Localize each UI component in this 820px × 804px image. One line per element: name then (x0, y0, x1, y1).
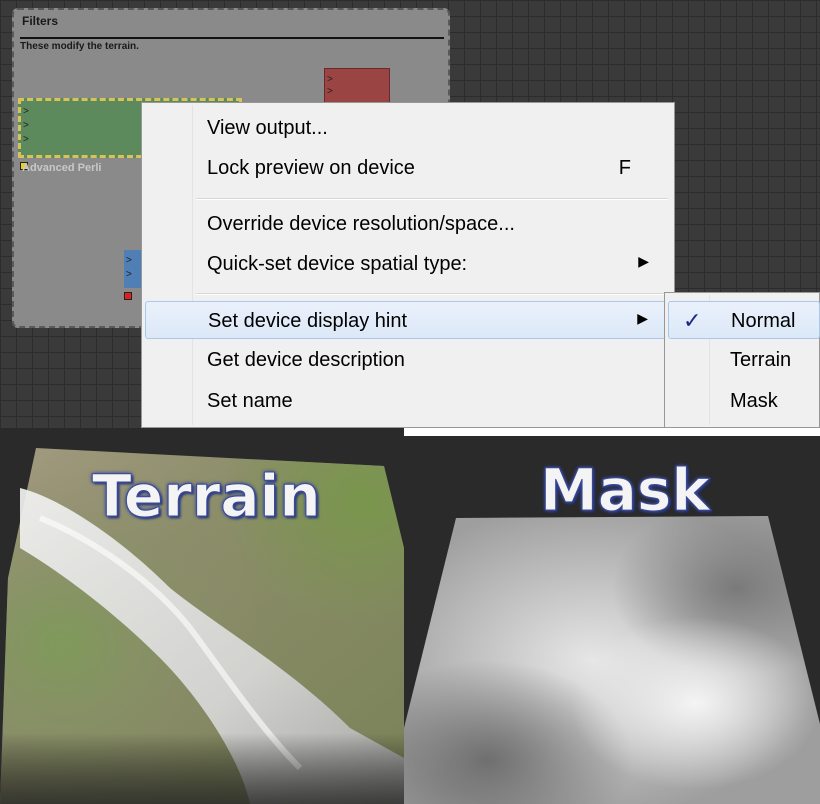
submenu-item-label: Normal (731, 310, 796, 332)
terrain-label: Terrain (92, 462, 322, 531)
menu-item-set-name[interactable]: Set name (145, 382, 671, 420)
submenu-item-label: Mask (730, 390, 778, 412)
context-menu: View output... Lock preview on device F … (141, 102, 675, 428)
menu-item-set-display-hint[interactable]: Set device display hint ▶ (145, 301, 671, 339)
checkmark-icon: ✓ (683, 308, 702, 333)
submenu-arrow-icon: ▶ (637, 310, 648, 326)
input-port-icon[interactable]: > (327, 75, 333, 85)
menu-item-label: Get device description (207, 349, 405, 371)
menu-item-label: View output... (207, 117, 328, 139)
group-description: These modify the terrain. (20, 41, 139, 52)
input-port-icon[interactable]: > (327, 87, 333, 97)
menu-separator (196, 198, 668, 200)
menu-item-view-output[interactable]: View output... (145, 109, 671, 147)
menu-item-label: Set name (207, 390, 293, 412)
submenu-item-label: Terrain (730, 349, 792, 371)
output-port-icon[interactable] (124, 292, 132, 300)
submenu-item-mask[interactable]: Mask (668, 382, 820, 420)
input-port-icon[interactable]: > (126, 270, 132, 280)
input-port-icon[interactable]: > (23, 135, 29, 145)
menu-item-get-description[interactable]: Get device description (145, 341, 671, 379)
group-divider (20, 37, 444, 39)
input-port-icon[interactable]: > (23, 107, 29, 117)
menu-item-label: Override device resolution/space... (207, 213, 515, 235)
menu-item-override-resolution[interactable]: Override device resolution/space... (145, 205, 671, 243)
input-port-icon[interactable]: > (126, 256, 132, 266)
divider-strip (404, 428, 820, 436)
display-hint-submenu: ✓ Normal Terrain Mask (664, 292, 820, 428)
menu-item-label: Quick-set device spatial type: (207, 253, 468, 275)
menu-item-lock-preview[interactable]: Lock preview on device F (145, 149, 671, 187)
node-label: Advanced Perli (22, 162, 102, 174)
menu-item-quick-set-spatial-type[interactable]: Quick-set device spatial type: ▶ (145, 245, 671, 283)
menu-item-label: Set device display hint (208, 310, 408, 332)
submenu-arrow-icon: ▶ (638, 253, 649, 269)
group-title: Filters (22, 14, 59, 28)
menu-item-shortcut: F (618, 157, 631, 179)
menu-item-label: Lock preview on device (207, 157, 415, 179)
input-port-icon[interactable]: > (23, 121, 29, 131)
submenu-item-terrain[interactable]: Terrain (668, 341, 820, 379)
menu-separator (196, 293, 668, 295)
submenu-item-normal[interactable]: ✓ Normal (668, 301, 820, 339)
mask-label: Mask (540, 456, 711, 525)
